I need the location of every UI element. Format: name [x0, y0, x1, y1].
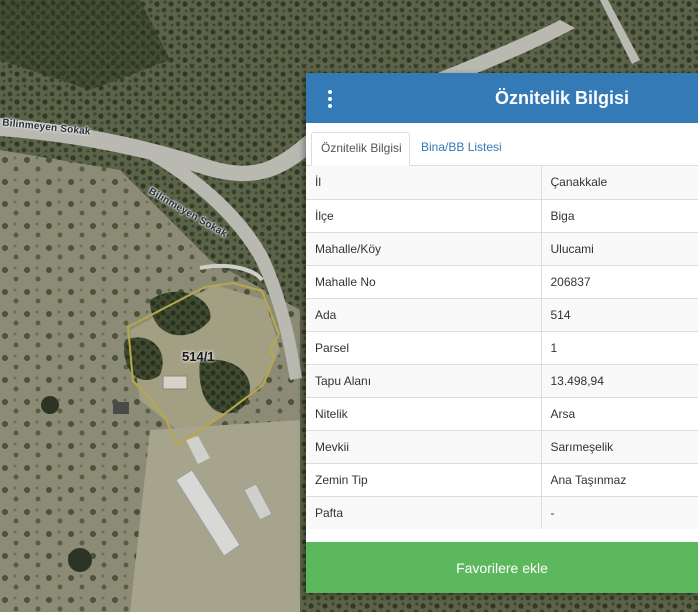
attribute-value: Arsa [541, 396, 698, 430]
vertical-ellipsis-icon[interactable] [324, 89, 336, 109]
attribute-table: İl Çanakkale İlçe Biga Mahalle/Köy Uluca… [306, 166, 698, 529]
table-row: Nitelik Arsa [306, 396, 698, 430]
attribute-value: Ulucami [541, 231, 698, 265]
table-row: Pafta - [306, 495, 698, 529]
attribute-value: 514 [541, 297, 698, 331]
attribute-value: 13.498,94 [541, 363, 698, 397]
attribute-value: 1 [541, 330, 698, 364]
add-to-favorites-button[interactable]: Favorilere ekle [306, 542, 698, 593]
attribute-key: Zemin Tip [306, 462, 542, 496]
attribute-key: Parsel [306, 330, 542, 364]
attribute-value: 206837 [541, 264, 698, 298]
table-row: Mahalle No 206837 [306, 264, 698, 298]
attribute-value: Sarımeşelik [541, 429, 698, 463]
table-row: İlçe Biga [306, 198, 698, 232]
table-row: Tapu Alanı 13.498,94 [306, 363, 698, 397]
attribute-key: Mevkii [306, 429, 542, 463]
table-row: İl Çanakkale [306, 166, 698, 199]
attribute-panel: Öznitelik Bilgisi Öznitelik Bilgisi Bina… [306, 73, 698, 593]
attribute-value: - [541, 495, 698, 529]
table-row: Ada 514 [306, 297, 698, 331]
tab-attribute-info[interactable]: Öznitelik Bilgisi [311, 132, 410, 166]
table-row: Zemin Tip Ana Taşınmaz [306, 462, 698, 496]
table-row: Mahalle/Köy Ulucami [306, 231, 698, 265]
attribute-key: Mahalle/Köy [306, 231, 542, 265]
attribute-key: İl [306, 166, 542, 199]
attribute-value: Biga [541, 198, 698, 232]
tab-building-list[interactable]: Bina/BB Listesi [412, 132, 511, 165]
attribute-value: Çanakkale [541, 166, 698, 199]
tab-bar: Öznitelik Bilgisi Bina/BB Listesi [306, 123, 698, 166]
panel-header: Öznitelik Bilgisi [306, 73, 698, 123]
panel-title: Öznitelik Bilgisi [495, 88, 630, 108]
table-row: Mevkii Sarımeşelik [306, 429, 698, 463]
attribute-key: Mahalle No [306, 264, 542, 298]
parcel-number-label: 514/1 [182, 349, 215, 364]
attribute-key: Nitelik [306, 396, 542, 430]
attribute-key: Ada [306, 297, 542, 331]
attribute-key: İlçe [306, 198, 542, 232]
attribute-key: Tapu Alanı [306, 363, 542, 397]
table-row: Parsel 1 [306, 330, 698, 364]
attribute-value: Ana Taşınmaz [541, 462, 698, 496]
attribute-key: Pafta [306, 495, 542, 529]
